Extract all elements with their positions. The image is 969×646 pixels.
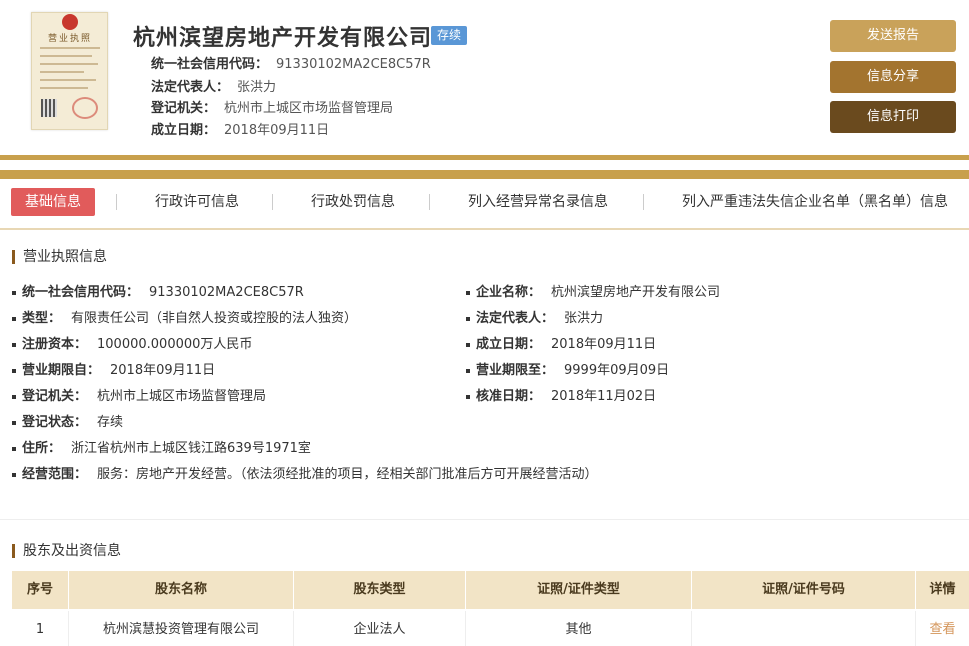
cell-shareholder-type: 企业法人 xyxy=(294,611,466,646)
detail-row-capital: 注册资本： 100000.000000万人民币 xyxy=(12,333,252,352)
legal-rep-line: 法定代表人： 张洪力 xyxy=(151,76,276,95)
reg-authority-line: 登记机关： 杭州市上城区市场监督管理局 xyxy=(151,97,393,116)
detail-row-scope: 经营范围： 服务：房地产开发经营。（依法须经批准的项目，经相关部门批准后方可开展经… xyxy=(12,463,598,482)
company-header: 营业执照 杭州滨望房地产开发有限公司 存续 统一社会信用代码： 91330102M… xyxy=(0,0,969,150)
column-header-name: 股东名称 xyxy=(69,571,294,609)
tab-admin-penalty[interactable]: 行政处罚信息 xyxy=(311,188,395,216)
view-detail-link[interactable]: 查看 xyxy=(916,611,969,646)
cell-shareholder-name: 杭州滨慧投资管理有限公司 xyxy=(69,611,294,646)
credit-code-label: 统一社会信用代码： xyxy=(151,57,269,72)
detail-row-status: 登记状态： 存续 xyxy=(12,411,123,430)
table-header: 序号 股东名称 股东类型 证照/证件类型 证照/证件号码 详情 xyxy=(12,571,969,609)
business-license-image[interactable]: 营业执照 xyxy=(31,12,108,130)
send-report-button[interactable]: 发送报告 xyxy=(830,20,956,52)
tab-separator xyxy=(643,194,644,210)
credit-code-line: 统一社会信用代码： 91330102MA2CE8C57R xyxy=(151,53,431,72)
legal-rep-value: 张洪力 xyxy=(237,80,277,95)
company-name-title: 杭州滨望房地产开发有限公司 xyxy=(133,26,433,51)
detail-row-company-name: 企业名称： 杭州滨望房地产开发有限公司 xyxy=(466,281,720,300)
tabs-top-bar xyxy=(0,170,969,179)
reg-authority-label: 登记机关： xyxy=(151,101,217,116)
legal-rep-label: 法定代表人： xyxy=(151,80,230,95)
column-header-cert-number: 证照/证件号码 xyxy=(692,571,916,609)
license-text-line xyxy=(40,79,96,81)
license-text-line xyxy=(40,55,92,57)
founded-value: 2018年09月11日 xyxy=(224,123,330,138)
tab-bar: 基础信息 行政许可信息 行政处罚信息 列入经营异常名录信息 列入严重违法失信企业… xyxy=(0,180,969,228)
license-image-title: 营业执照 xyxy=(47,34,92,44)
tab-blacklist[interactable]: 列入严重违法失信企业名单（黑名单）信息 xyxy=(682,188,948,216)
tab-abnormal-operation[interactable]: 列入经营异常名录信息 xyxy=(468,188,608,216)
detail-row-approval-date: 核准日期： 2018年11月02日 xyxy=(466,385,656,404)
cell-index: 1 xyxy=(12,611,69,646)
reg-authority-value: 杭州市上城区市场监督管理局 xyxy=(224,101,394,116)
tabs-bottom-line xyxy=(0,228,969,230)
license-text-line xyxy=(40,47,100,49)
detail-row-authority: 登记机关： 杭州市上城区市场监督管理局 xyxy=(12,385,266,404)
tab-separator xyxy=(429,194,430,210)
detail-row-credit-code: 统一社会信用代码： 91330102MA2CE8C57R xyxy=(12,281,304,300)
license-text-line xyxy=(40,63,98,65)
detail-row-type: 类型： 有限责任公司（非自然人投资或控股的法人独资） xyxy=(12,307,357,326)
tab-separator xyxy=(116,194,117,210)
license-text-line xyxy=(40,71,84,73)
tab-admin-license[interactable]: 行政许可信息 xyxy=(155,188,239,216)
detail-row-address: 住所： 浙江省杭州市上城区钱江路639号1971室 xyxy=(12,437,311,456)
founded-line: 成立日期： 2018年09月11日 xyxy=(151,119,329,138)
license-text-line xyxy=(40,87,88,89)
share-info-button[interactable]: 信息分享 xyxy=(830,61,956,93)
detail-row-founded: 成立日期： 2018年09月11日 xyxy=(466,333,656,352)
tab-separator xyxy=(272,194,273,210)
detail-row-legal-rep: 法定代表人： 张洪力 xyxy=(466,307,603,326)
section-divider xyxy=(0,519,969,520)
credit-code-value: 91330102MA2CE8C57R xyxy=(276,57,431,72)
column-header-type: 股东类型 xyxy=(294,571,466,609)
license-section-title: 营业执照信息 xyxy=(12,250,107,264)
official-seal-icon xyxy=(72,97,98,119)
detail-row-term-to: 营业期限至： 9999年09月09日 xyxy=(466,359,669,378)
header-divider-bar xyxy=(0,155,969,160)
tab-basic-info[interactable]: 基础信息 xyxy=(11,188,95,216)
column-header-detail: 详情 xyxy=(929,582,956,597)
print-info-button[interactable]: 信息打印 xyxy=(830,101,956,133)
cell-cert-number xyxy=(692,611,916,646)
national-emblem-icon xyxy=(62,14,78,30)
table-row: 1 杭州滨慧投资管理有限公司 企业法人 其他 查看 xyxy=(12,611,969,646)
column-header-cert-type: 证照/证件类型 xyxy=(466,571,692,609)
column-header-index: 序号 xyxy=(12,571,69,609)
detail-row-term-from: 营业期限自： 2018年09月11日 xyxy=(12,359,215,378)
shareholder-section-title: 股东及出资信息 xyxy=(12,544,121,558)
status-badge: 存续 xyxy=(431,26,468,45)
cell-cert-type: 其他 xyxy=(466,611,692,646)
qr-code-icon xyxy=(41,99,57,117)
founded-label: 成立日期： xyxy=(151,123,217,138)
